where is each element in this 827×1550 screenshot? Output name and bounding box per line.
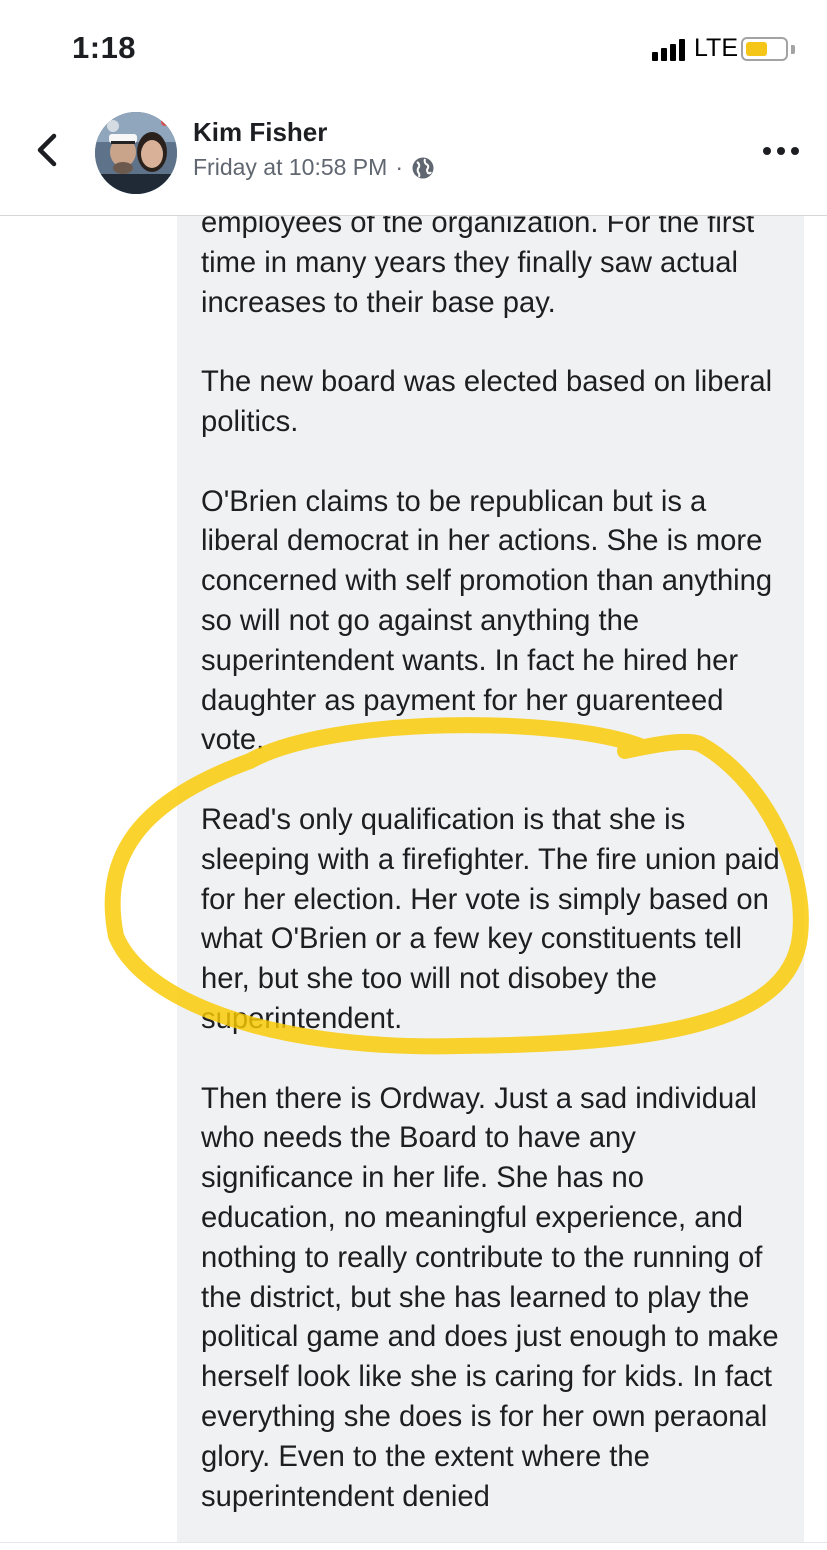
network-type: LTE: [694, 34, 738, 62]
clock: 1:18: [72, 30, 137, 65]
post-body: employees of the organization. For the f…: [0, 216, 827, 1542]
avatar[interactable]: [95, 112, 177, 194]
author-name[interactable]: Kim Fisher: [193, 117, 327, 148]
post-text: employees of the organization. For the f…: [201, 216, 781, 1542]
meta-separator: ·: [395, 154, 403, 180]
post-paragraph: The new board was elected based on liber…: [201, 366, 773, 438]
ellipsis-icon[interactable]: [762, 144, 800, 156]
bottom-edge: [0, 1542, 827, 1550]
globe-icon: [411, 156, 435, 180]
post-timestamp[interactable]: Friday at 10:58 PM: [193, 154, 387, 181]
chevron-left-icon[interactable]: [30, 130, 66, 170]
post-header: Kim Fisher Friday at 10:58 PM ·: [0, 100, 827, 216]
battery-tip: [791, 45, 795, 54]
battery-icon: [741, 37, 788, 61]
post-paragraph: Then there is Ordway. Just a sad individ…: [201, 1082, 779, 1513]
post-paragraph: Read's only qualification is that she is…: [201, 803, 780, 1035]
post-paragraph: employees of the organization. For the f…: [201, 216, 755, 319]
post-meta: Friday at 10:58 PM ·: [193, 154, 435, 181]
signal-strength-icon: [652, 39, 692, 61]
status-bar: 1:18 LTE: [0, 0, 827, 100]
post-paragraph: O'Brien claims to be republican but is a…: [201, 485, 773, 757]
